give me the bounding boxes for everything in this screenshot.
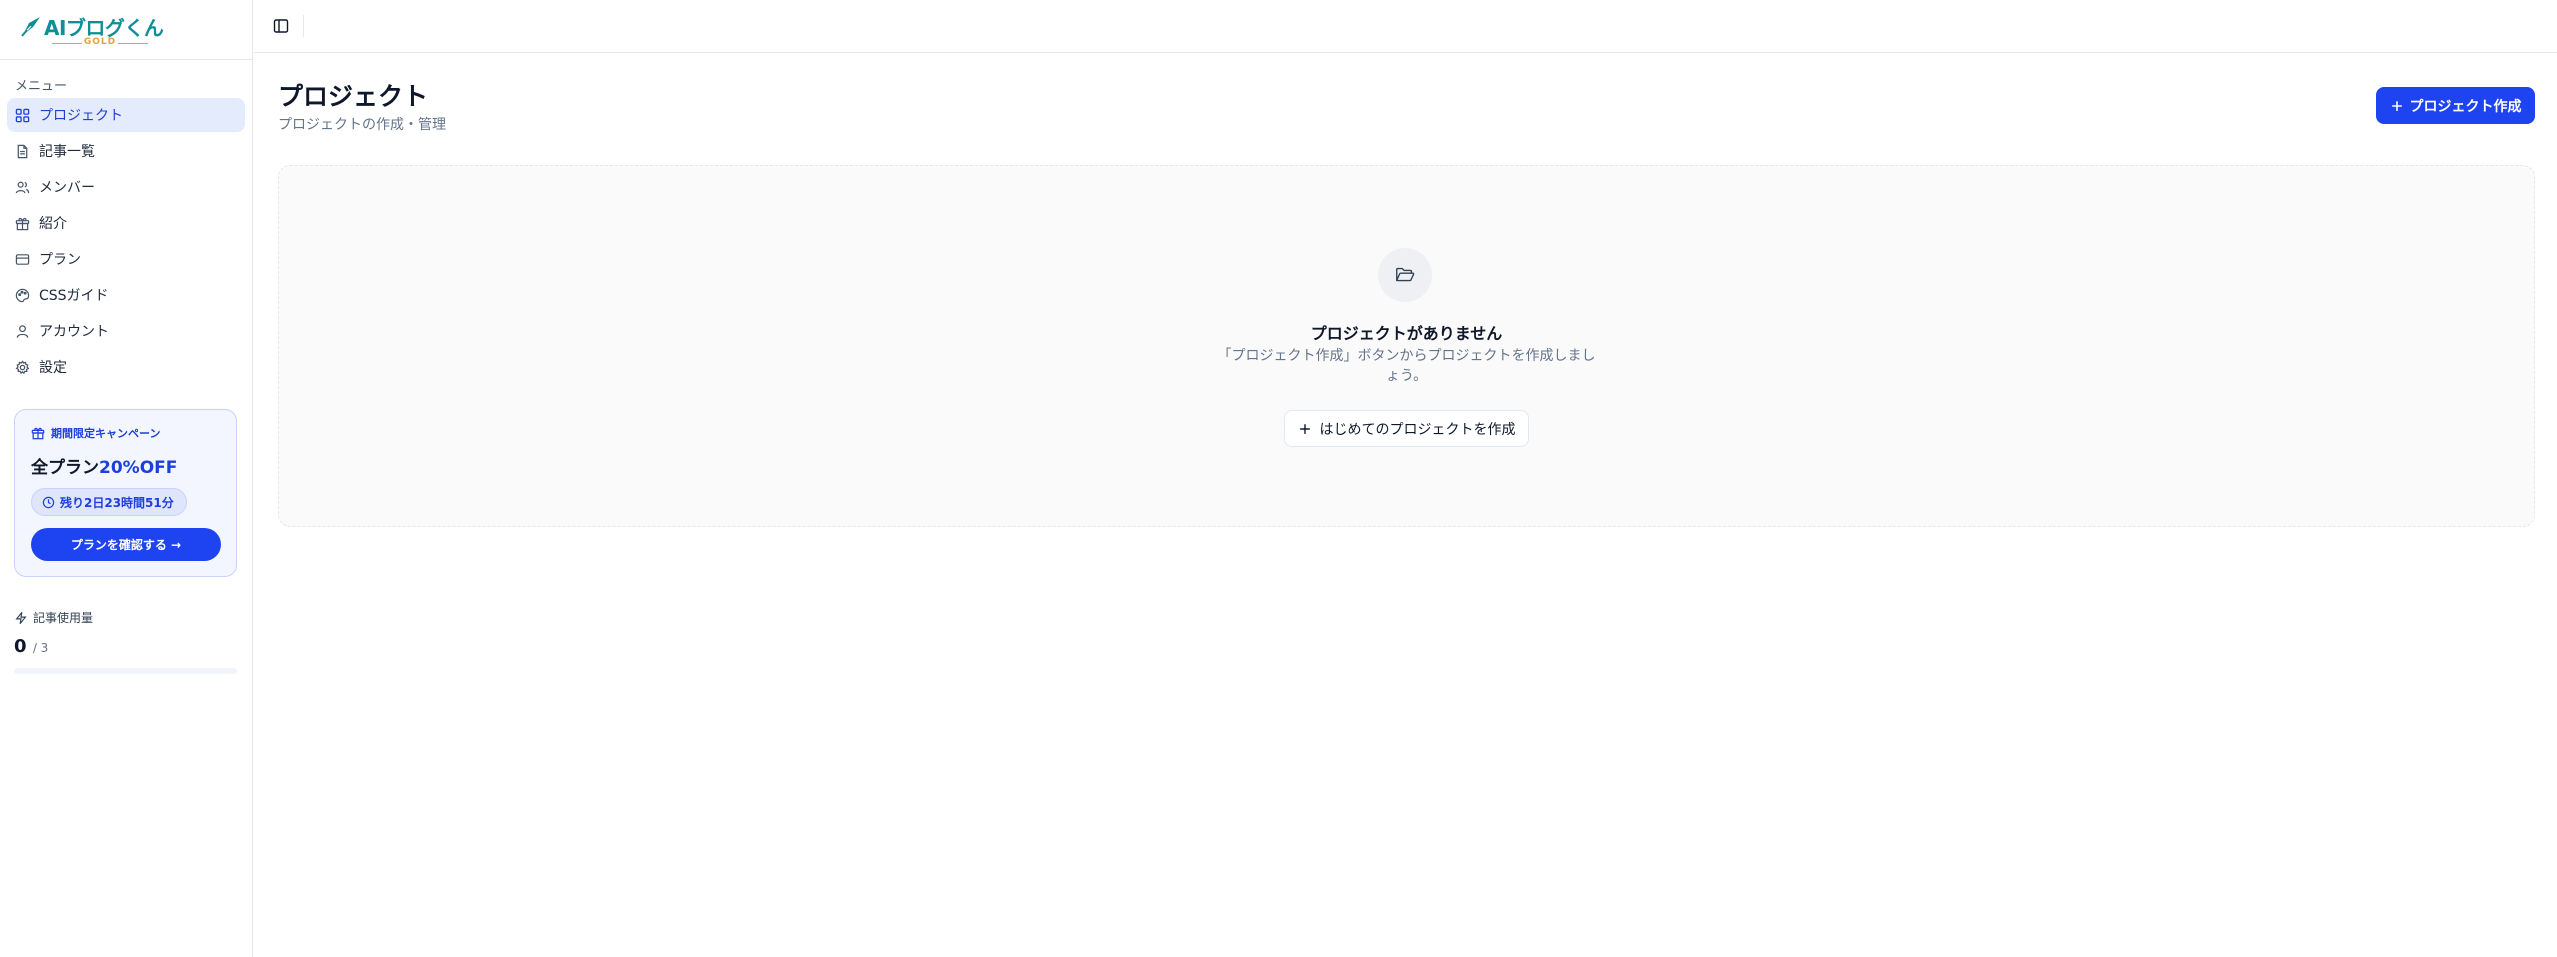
sidebar-item-label: プロジェクト (39, 108, 123, 124)
empty-state-description: 「プロジェクト作成」ボタンからプロジェクトを作成しましょう。 (1217, 348, 1596, 384)
sidebar-toggle-button[interactable] (270, 15, 292, 37)
topbar-divider (303, 15, 304, 37)
sidebar-item-label: メンバー (39, 180, 95, 196)
menu-heading: メニュー (15, 79, 68, 94)
usage-label: 記事使用量 (14, 609, 93, 626)
topbar (254, 0, 2557, 53)
create-project-button[interactable]: プロジェクト作成 (2376, 87, 2535, 124)
panel-left-icon (273, 19, 289, 33)
create-first-project-label: はじめてのプロジェクトを作成 (1319, 421, 1516, 438)
usage-total: / 3 (32, 641, 49, 655)
palette-icon (15, 288, 30, 302)
sidebar-item-projects[interactable]: プロジェクト (7, 98, 245, 132)
campaign-card: 期間限定キャンペーン 全プラン20%OFF 残り2日23時間51分 プランを確認… (14, 409, 237, 577)
logo-pen-icon (21, 17, 40, 37)
usage-progress-bar (14, 668, 237, 674)
page-subtitle: プロジェクトの作成・管理 (278, 117, 446, 133)
create-first-project-button[interactable]: はじめてのプロジェクトを作成 (1284, 410, 1529, 447)
view-plans-label: プランを確認する → (70, 538, 182, 552)
empty-state-icon-wrap (1378, 248, 1432, 302)
usage-label-text: 記事使用量 (33, 611, 94, 625)
sidebar: AIブログくん GOLD メニュー プロジェクト 記事一覧 メンバー 紹介 プラ… (0, 0, 253, 957)
sidebar-item-members[interactable]: メンバー (7, 170, 245, 204)
gift-icon (31, 427, 45, 440)
sidebar-item-label: 設定 (39, 360, 67, 376)
campaign-timer-label: 残り2日23時間51分 (60, 495, 174, 510)
brand-logo[interactable]: AIブログくん GOLD (0, 0, 252, 60)
sidebar-item-label: プラン (39, 252, 81, 268)
plus-icon (2391, 100, 2402, 111)
sidebar-item-account[interactable]: アカウント (7, 314, 245, 348)
campaign-discount: 20%OFF (99, 458, 178, 478)
lightning-icon (15, 611, 27, 624)
credit-card-icon (15, 253, 30, 265)
sidebar-nav: プロジェクト 記事一覧 メンバー 紹介 プラン CSSガイド アカウント 設定 (7, 98, 245, 386)
usage-count: 0 / 3 (14, 636, 48, 657)
view-plans-button[interactable]: プランを確認する → (31, 528, 221, 561)
app-root: AIブログくん GOLD メニュー プロジェクト 記事一覧 メンバー 紹介 プラ… (0, 0, 2557, 957)
page-title: プロジェクト (278, 82, 429, 111)
sidebar-item-referral[interactable]: 紹介 (7, 206, 245, 240)
sidebar-item-label: 記事一覧 (39, 144, 95, 160)
campaign-headline-text: 全プラン (31, 458, 99, 478)
sidebar-item-css-guide[interactable]: CSSガイド (7, 278, 245, 312)
campaign-title: 期間限定キャンペーン (31, 425, 160, 441)
sidebar-item-label: CSSガイド (39, 288, 109, 304)
create-project-label: プロジェクト作成 (2409, 98, 2522, 115)
gift-icon (15, 217, 30, 230)
sidebar-item-label: アカウント (39, 324, 109, 340)
empty-state: プロジェクトがありません 「プロジェクト作成」ボタンからプロジェクトを作成しまし… (278, 165, 2535, 527)
brand-tier-label: GOLD (83, 37, 117, 47)
campaign-timer: 残り2日23時間51分 (31, 488, 187, 516)
sidebar-item-plan[interactable]: プラン (7, 242, 245, 276)
empty-state-title: プロジェクトがありません (1310, 324, 1503, 343)
grid-icon (15, 108, 30, 122)
campaign-title-label: 期間限定キャンペーン (51, 427, 161, 440)
usage-used: 0 (14, 636, 27, 657)
sidebar-item-label: 紹介 (39, 216, 67, 232)
campaign-headline: 全プラン20%OFF (31, 453, 177, 478)
clock-icon (42, 496, 55, 508)
brand-tier: GOLD (52, 37, 148, 49)
document-icon (17, 144, 28, 158)
tier-divider (118, 43, 148, 44)
plus-icon (1299, 423, 1310, 434)
users-icon (15, 181, 30, 193)
user-icon (16, 324, 29, 338)
sidebar-item-settings[interactable]: 設定 (7, 350, 245, 384)
folder-open-icon (1396, 267, 1415, 282)
gear-icon (15, 359, 30, 374)
sidebar-item-articles[interactable]: 記事一覧 (7, 134, 245, 168)
